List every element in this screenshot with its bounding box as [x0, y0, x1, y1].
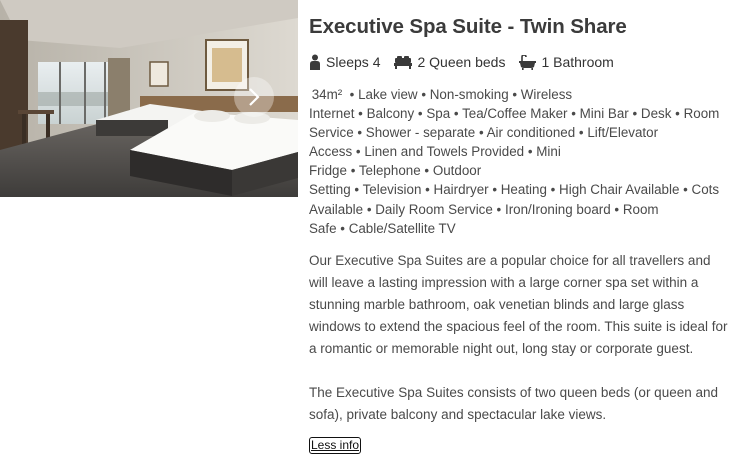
- room-description: Our Executive Spa Suites are a popular c…: [309, 250, 731, 426]
- description-paragraph: The Executive Spa Suites consists of two…: [309, 384, 719, 422]
- amenity-item: High Chair Available: [559, 182, 691, 197]
- amenity-item: Mini Bar: [580, 106, 641, 121]
- amenity-item: Hairdryer: [434, 182, 501, 197]
- chevron-right-icon: [249, 88, 260, 106]
- amenity-item: Heating: [501, 182, 559, 197]
- amenity-item: Desk: [641, 106, 684, 121]
- bed-icon: [394, 55, 413, 69]
- amenity-item: Iron/Ironing board: [505, 202, 623, 217]
- spec-bathrooms-label: 1 Bathroom: [541, 54, 614, 70]
- amenity-item: Linen and Towels Provided: [364, 144, 536, 159]
- amenity-item: Air conditioned: [487, 125, 588, 140]
- spec-beds: 2 Queen beds: [394, 54, 505, 70]
- less-info-link[interactable]: Less info: [309, 436, 362, 454]
- spec-bathrooms: 1 Bathroom: [519, 54, 614, 70]
- room-photo[interactable]: [0, 0, 298, 197]
- amenity-item: Spa: [426, 106, 462, 121]
- amenity-item: Television: [363, 182, 434, 197]
- person-icon: [310, 54, 320, 70]
- gallery-next-button[interactable]: [234, 77, 274, 117]
- amenity-item: Telephone: [359, 163, 433, 178]
- amenity-item: Balcony: [367, 106, 427, 121]
- amenity-item: Cable/Satellite TV: [348, 220, 456, 236]
- spec-sleeps-label: Sleeps 4: [326, 54, 381, 70]
- spec-beds-label: 2 Queen beds: [417, 54, 506, 70]
- amenity-item: Tea/Coffee Maker: [462, 106, 580, 121]
- description-paragraph: Our Executive Spa Suites are a popular c…: [309, 252, 728, 356]
- room-details: Executive Spa Suite - Twin Share Sleeps …: [309, 12, 731, 454]
- amenity-item: Shower - separate: [366, 125, 487, 140]
- amenities-list: 34m² Lake viewNon-smokingWireless Intern…: [309, 85, 731, 238]
- amenity-item: 34m²: [312, 87, 358, 102]
- amenity-item: Non-smoking: [430, 87, 521, 102]
- room-title: Executive Spa Suite - Twin Share: [309, 15, 627, 38]
- amenity-item: Daily Room Service: [375, 202, 505, 217]
- amenity-item: Lake view: [358, 87, 430, 102]
- spec-sleeps: Sleeps 4: [309, 54, 380, 70]
- room-specs: Sleeps 4 2 Queen beds 1 Bathroom: [309, 50, 731, 74]
- bathtub-icon: [519, 54, 537, 70]
